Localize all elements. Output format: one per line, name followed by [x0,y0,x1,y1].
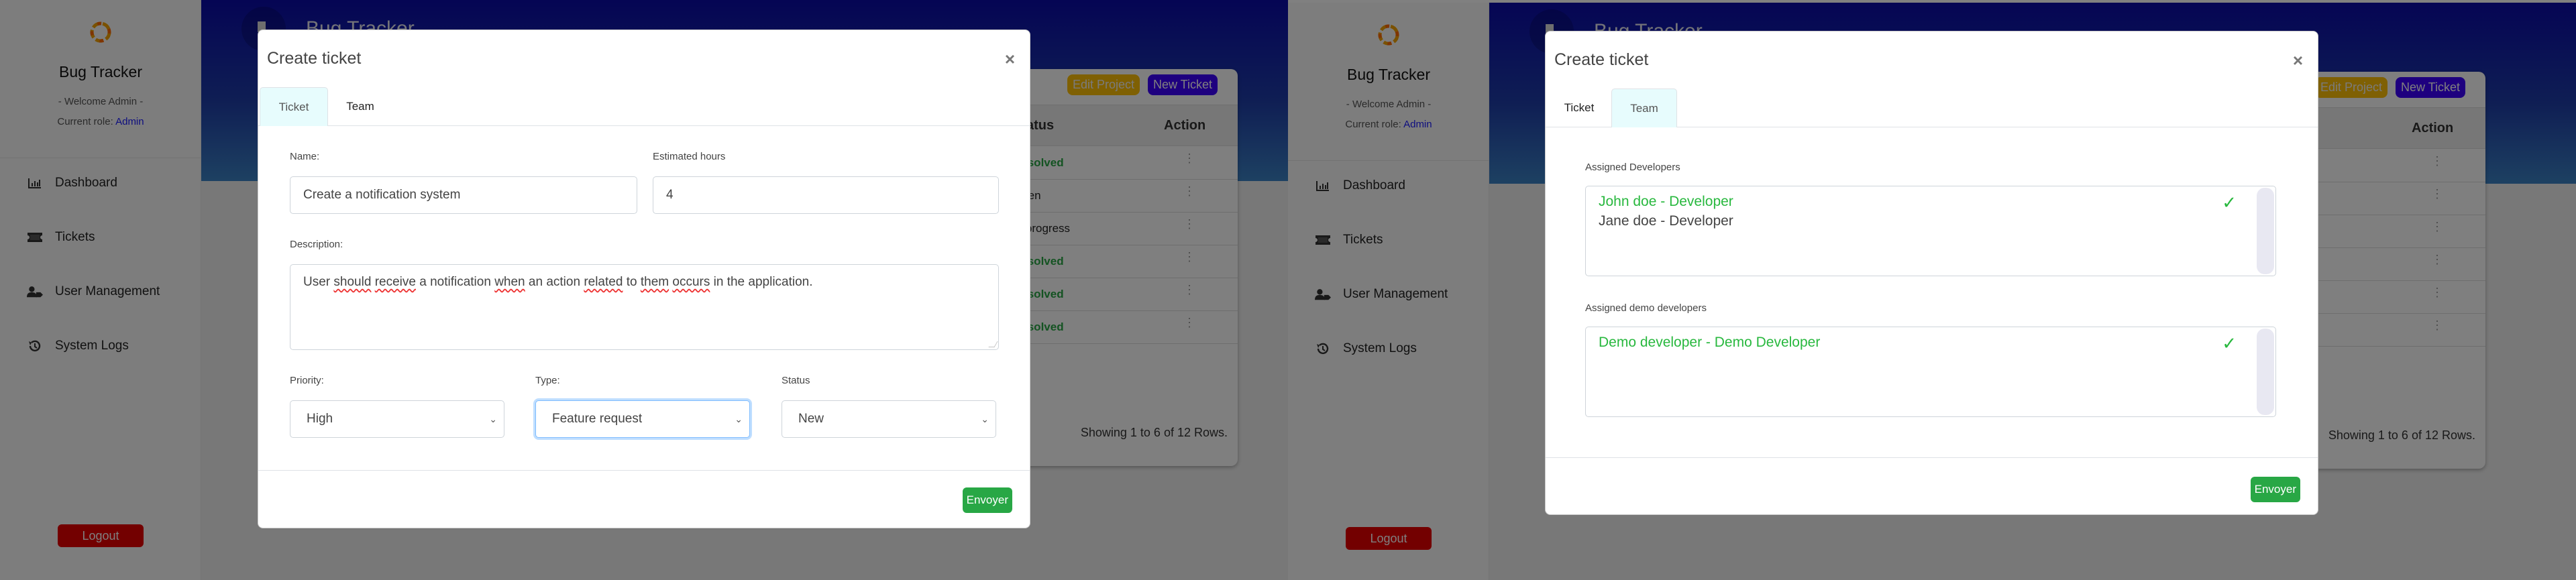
misspelled-word: them [640,275,669,289]
estimated-hours-label: Estimated hours [653,151,726,162]
developer-option[interactable]: John doe - Developer [1599,194,1733,210]
misspelled-word: should [333,275,372,289]
word: in [713,275,724,289]
resize-handle-icon[interactable] [988,341,998,347]
name-label: Name: [290,151,320,162]
estimated-hours-input[interactable]: 4 [653,176,999,214]
name-input[interactable]: Create a notification system [290,176,637,214]
modal-title: Create ticket [267,49,362,68]
modal-footer-divider [258,470,1030,471]
assigned-developers-label: Assigned Developers [1585,162,1680,173]
scrollbar[interactable] [2257,329,2274,415]
screen-ticket-tab: Bug Tracker - Welcome Admin - Current ro… [0,0,1288,580]
create-ticket-modal: Create ticket × Ticket Team Assigned Dev… [1545,31,2318,515]
modal-tabs: Ticket Team [258,87,1030,126]
misspelled-word: occurs [672,275,710,289]
word: User [303,275,331,289]
word: the [727,275,745,289]
modal-title: Create ticket [1554,50,1649,69]
assigned-developers-listbox[interactable]: John doe - Developer ✓ Jane doe - Develo… [1585,186,2276,276]
priority-label: Priority: [290,375,324,386]
word: application. [748,275,813,289]
tab-team[interactable]: Team [1611,89,1677,127]
type-select[interactable]: Feature request ⌄ [535,400,750,438]
scrollbar[interactable] [2257,188,2274,274]
word: a [419,275,427,289]
misspelled-word: related [584,275,623,289]
word: notification [430,275,491,289]
type-value: Feature request [552,412,643,426]
tab-ticket[interactable]: Ticket [260,87,328,126]
tab-team[interactable]: Team [328,87,392,126]
priority-value: High [307,412,333,426]
submit-button[interactable]: Envoyer [2250,477,2300,502]
screen-team-tab: Bug Tracker - Welcome Admin - Current ro… [1288,3,2576,580]
checkmark-icon: ✓ [2222,192,2237,213]
description-label: Description: [290,239,343,250]
type-label: Type: [535,375,560,386]
modal-tabs: Ticket Team [1546,89,2318,127]
developer-option[interactable]: Jane doe - Developer [1599,213,1733,229]
close-icon[interactable]: × [2293,50,2303,71]
word: an [528,275,543,289]
assigned-demo-developers-label: Assigned demo developers [1585,302,1707,314]
chevron-down-icon: ⌄ [735,414,743,424]
assigned-demo-developers-listbox[interactable]: Demo developer - Demo Developer ✓ [1585,327,2276,417]
demo-developer-option[interactable]: Demo developer - Demo Developer [1599,335,1820,351]
tab-ticket[interactable]: Ticket [1547,89,1611,127]
misspelled-word: when [494,275,525,289]
chevron-down-icon: ⌄ [981,414,989,424]
description-text: User should receive a notification when … [303,275,813,289]
submit-button[interactable]: Envoyer [962,487,1012,513]
create-ticket-modal: Create ticket × Ticket Team Name: Create… [258,30,1030,528]
status-label: Status [782,375,810,386]
description-textarea[interactable]: User should receive a notification when … [290,264,999,350]
word: to [626,275,637,289]
status-select[interactable]: New ⌄ [782,400,996,438]
status-value: New [798,412,824,426]
misspelled-word: receive [374,275,416,289]
modal-footer-divider [1546,457,2318,458]
priority-select[interactable]: High ⌄ [290,400,504,438]
checkmark-icon: ✓ [2222,333,2237,353]
word: action [546,275,581,289]
close-icon[interactable]: × [1005,49,1015,70]
chevron-down-icon: ⌄ [489,414,497,424]
